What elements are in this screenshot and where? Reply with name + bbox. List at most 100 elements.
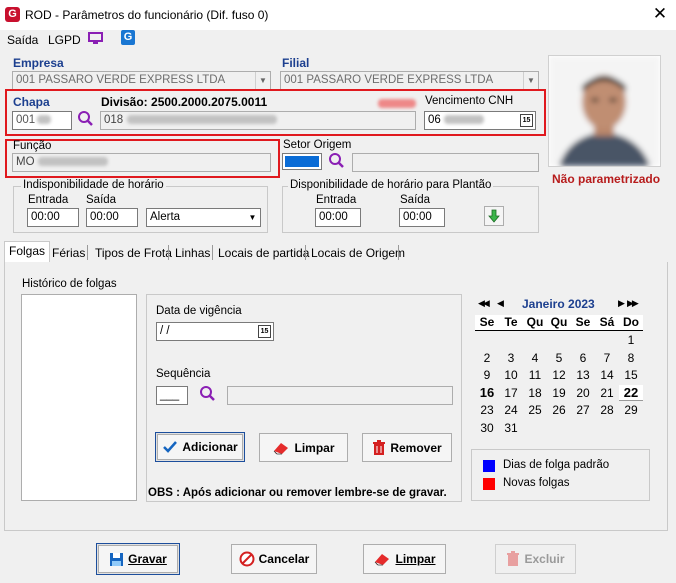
calendar-day[interactable]: 19 [547,385,571,401]
funcao-label: Função [13,140,52,152]
menu-saida[interactable]: Saída [7,33,38,47]
eraser-icon [274,442,289,454]
calendar-day[interactable]: 7 [595,350,619,366]
calendar-next-icon[interactable]: ▶ [618,298,625,309]
calendar-day[interactable]: 20 [571,385,595,401]
calendar-last-icon[interactable]: ▶▶ [627,298,639,309]
chevron-down-icon: ▼ [245,209,260,226]
calendar-icon[interactable]: 15 [520,114,533,127]
tab-tipos-frota[interactable]: Tipos de Frota [90,243,177,263]
save-icon [110,552,124,566]
trash-icon [507,551,520,566]
tab-linhas[interactable]: Linhas [170,243,215,263]
chapa-label: Chapa [13,95,50,109]
menu-lgpd[interactable]: LGPD [48,33,81,47]
calendar-day[interactable]: 10 [499,367,523,383]
calendar-day[interactable]: 5 [547,350,571,366]
remover-button[interactable]: Remover [362,433,452,462]
setor-origem-desc [352,153,539,172]
gravar-button[interactable]: Gravar [96,543,180,575]
historico-list[interactable] [21,294,137,501]
calendar[interactable]: ◀◀ ◀ Janeiro 2023 ▶ ▶▶ Se Te Qu Qu Se Sá Do 12… [473,294,645,436]
chevron-down-icon: ▼ [523,72,538,89]
calendar-day[interactable]: 24 [499,402,523,418]
vencimento-cnh-value: 06 [428,114,441,126]
disp-saida-input[interactable]: 00:00 [399,208,445,227]
tab-locais-origem[interactable]: Locais de Origem [306,243,410,263]
indisp-tipo-select[interactable]: Alerta ▼ [146,208,261,227]
setor-search-icon[interactable] [328,152,345,169]
calendar-day[interactable]: 4 [523,350,547,366]
calendar-day[interactable]: 23 [475,402,499,418]
calendar-day[interactable]: 6 [571,350,595,366]
arrow-down-icon[interactable] [484,206,504,226]
indisp-entrada-input[interactable]: 00:00 [27,208,79,227]
filial-select[interactable]: 001 PASSARO VERDE EXPRESS LTDA ▼ [280,71,539,90]
calendar-first-icon[interactable]: ◀◀ [478,298,490,309]
filial-value: 001 PASSARO VERDE EXPRESS LTDA [284,74,494,86]
data-vigencia-input[interactable]: / / 15 [156,322,274,341]
empresa-select[interactable]: 001 PASSARO VERDE EXPRESS LTDA ▼ [12,71,271,90]
calendar-day[interactable]: 8 [619,350,643,366]
tab-ferias[interactable]: Férias [47,243,90,263]
calendar-day[interactable]: 13 [571,367,595,383]
calendar-day[interactable]: 3 [499,350,523,366]
calendar-day[interactable]: 11 [523,367,547,383]
adicionar-button[interactable]: Adicionar [155,432,245,462]
cancelar-button[interactable]: Cancelar [231,544,317,574]
footer-limpar-button[interactable]: Limpar [363,544,446,574]
calendar-day[interactable]: 9 [475,367,499,383]
indisp-saida-label: Saída [86,194,117,206]
chapa-search-icon[interactable] [77,110,94,127]
calendar-icon[interactable]: 15 [258,325,271,338]
chapa-input[interactable]: 001 [12,111,72,130]
limpar-button[interactable]: Limpar [259,433,348,462]
calendar-days: 1 2 3 4 5 6 7 8 9 10 11 12 13 14 15 16 17 18 19 20 21 22 23 24 2… [475,332,643,435]
sequencia-label: Sequência [156,368,211,380]
calendar-prev-icon[interactable]: ◀ [497,298,504,309]
calendar-day[interactable]: 30 [475,420,499,436]
data-vigencia-label: Data de vigência [156,305,242,317]
calendar-day[interactable]: 1 [619,332,643,348]
chapa-value: 001 [16,114,36,126]
trash-icon [373,439,386,455]
setor-origem-label: Setor Origem [283,139,352,151]
empresa-value: 001 PASSARO VERDE EXPRESS LTDA [16,74,226,86]
calendar-day[interactable]: 31 [499,420,523,436]
monitor-icon[interactable] [88,32,103,44]
vencimento-cnh-input[interactable]: 06 15 [424,111,536,130]
legend-group [471,449,650,501]
excluir-button[interactable]: Excluir [495,544,576,574]
calendar-day[interactable]: 28 [595,402,619,418]
calendar-day[interactable]: 17 [499,385,523,401]
legend-novas-label: Novas folgas [503,477,570,489]
calendar-day[interactable]: 22 [619,384,643,401]
calendar-day[interactable]: 21 [595,385,619,401]
calendar-day[interactable]: 25 [523,402,547,418]
calendar-day[interactable]: 15 [619,367,643,383]
app-g-icon[interactable]: G [121,30,135,45]
gravar-label: Gravar [128,552,167,566]
sequencia-input[interactable]: ___ [156,386,188,405]
calendar-day[interactable]: 29 [619,402,643,418]
close-button[interactable]: ✕ [649,3,671,25]
tab-locais-partida[interactable]: Locais de partida [213,243,314,263]
disp-entrada-input[interactable]: 00:00 [315,208,361,227]
app-logo-icon: G [5,7,20,22]
calendar-day[interactable]: 26 [547,402,571,418]
calendar-day[interactable]: 27 [571,402,595,418]
sequencia-search-icon[interactable] [199,385,216,402]
calendar-day[interactable]: 18 [523,385,547,401]
setor-origem-input[interactable] [282,153,322,170]
calendar-day[interactable]: 2 [475,350,499,366]
calendar-day[interactable]: 12 [547,367,571,383]
indisp-saida-input[interactable]: 00:00 [86,208,138,227]
calendar-day[interactable]: 16 [475,385,499,401]
limpar-label: Limpar [294,440,335,455]
calendar-day[interactable]: 14 [595,367,619,383]
tab-folgas[interactable]: Folgas [4,241,51,262]
calendar-weekday: Se [479,315,495,329]
legend-novas-swatch [483,478,495,490]
calendar-weekday: Do [623,315,639,329]
calendar-weekday: Qu [550,315,568,329]
